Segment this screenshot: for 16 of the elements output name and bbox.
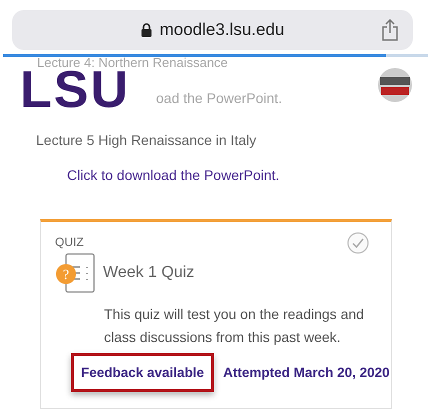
faded-text: oad the PowerPoint.: [156, 90, 282, 106]
address-bar[interactable]: moodle3.lsu.edu: [12, 10, 413, 50]
status-link[interactable]: Attempted March 20, 2020: [218, 353, 393, 392]
download-link[interactable]: Click to download the PowerPoint.: [67, 167, 280, 183]
lecture-title: Lecture 5 High Renaissance in Italy: [36, 132, 258, 148]
lsu-logo: LSU: [20, 70, 130, 110]
faded-text: Lecture 4: Northern Renaissance: [37, 55, 228, 70]
badge-picture: [377, 67, 413, 103]
quiz-title[interactable]: Week 1 Quiz: [103, 264, 194, 282]
status-link[interactable]: Feedback available: [71, 353, 214, 392]
url-text: moodle3.lsu.edu: [160, 20, 284, 40]
share-icon[interactable]: [381, 19, 399, 41]
completion-check-icon[interactable]: [347, 232, 369, 254]
activity-type-label: QUIZ: [55, 235, 84, 249]
lock-icon: [140, 23, 152, 37]
quiz-description: This quiz will test you on the readings and class discussions from this past week.: [104, 305, 365, 347]
